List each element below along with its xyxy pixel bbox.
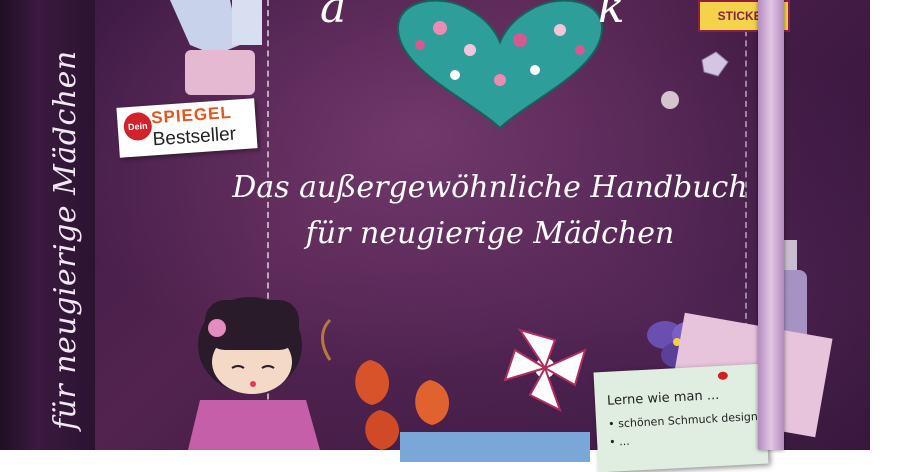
note-item-2-text: ... (618, 434, 630, 449)
blue-card-decoration (400, 432, 590, 462)
kokeshi-doll-illustration (188, 297, 320, 450)
pinwheel-illustration (503, 328, 587, 413)
floral-heart-icon (396, 0, 604, 130)
note-item-2: • ... (608, 434, 630, 449)
book-cover-photo: für neugierige Mädchen a k Das außergewö… (0, 0, 906, 472)
cover-tagline: Das außergewöhnliche Handbuch für neugie… (210, 165, 770, 257)
gems-icon (661, 51, 729, 109)
cover-title-fragment-right: k (598, 0, 625, 33)
note-title: Lerne wie man ... (606, 387, 720, 409)
tagline-line-1: Das außergewöhnliche Handbuch (232, 170, 748, 205)
bestseller-badge: Dein SPIEGEL Bestseller (116, 98, 258, 158)
girl-illustration-top (170, 0, 262, 95)
dein-logo: Dein (122, 111, 153, 142)
physalis-lanterns (321, 318, 450, 450)
note-item-1-text: schönen Schmuck designt (617, 409, 763, 431)
bestseller-label: Bestseller (152, 123, 237, 151)
page-edge (870, 0, 906, 450)
note-card: Lerne wie man ... • schönen Schmuck desi… (593, 363, 769, 472)
note-item-1: • schönen Schmuck designt (607, 409, 763, 431)
cover-title-fragment-left: a (320, 0, 347, 33)
ladybug-icon (717, 371, 729, 381)
elastic-band (758, 0, 784, 450)
tagline-line-2: für neugierige Mädchen (305, 216, 675, 251)
